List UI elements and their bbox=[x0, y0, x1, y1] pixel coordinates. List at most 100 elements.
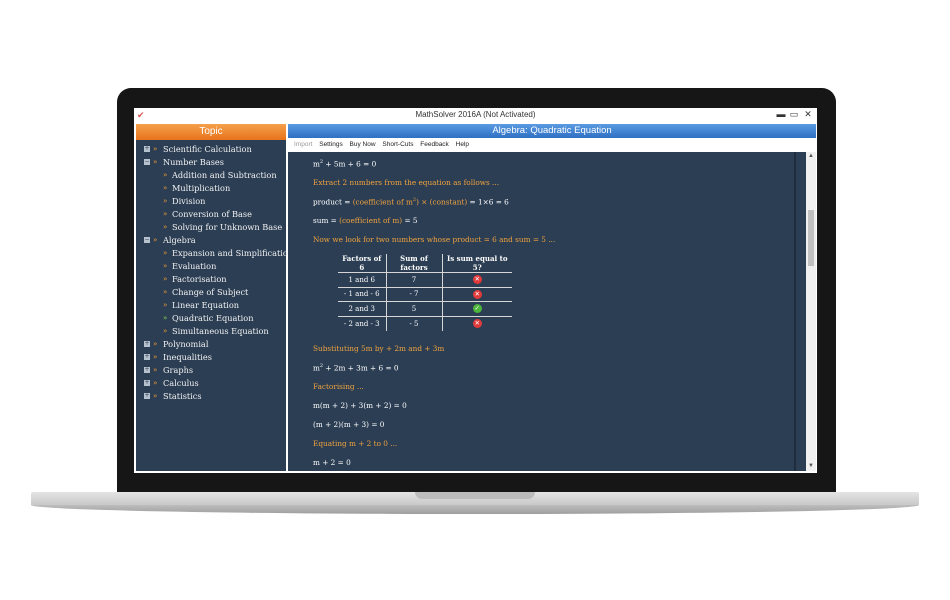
table-row: 1 and 6 7 ✕ bbox=[338, 272, 512, 287]
topic-item[interactable]: » Simultaneous Equation bbox=[136, 325, 286, 338]
bullet-icon: » bbox=[163, 262, 168, 270]
menu-buy-now[interactable]: Buy Now bbox=[350, 141, 376, 148]
result-cell: ✕ bbox=[441, 272, 512, 287]
column-header: Is sum equal to 5? bbox=[441, 254, 512, 273]
step-text: Now we look for two numbers whose produc… bbox=[313, 235, 556, 244]
topic-item[interactable]: » Evaluation bbox=[136, 260, 286, 273]
topic-item[interactable]: +» Polynomial bbox=[136, 338, 286, 351]
topic-label: Conversion of Base bbox=[172, 209, 252, 219]
expand-icon[interactable]: + bbox=[144, 380, 150, 386]
topic-label: Number Bases bbox=[163, 157, 224, 167]
window-title: MathSolver 2016A (Not Activated) bbox=[415, 110, 536, 119]
menu-short-cuts[interactable]: Short-Cuts bbox=[382, 141, 413, 148]
topic-header: Topic bbox=[136, 124, 286, 140]
collapse-icon[interactable]: − bbox=[144, 237, 150, 243]
topic-label: Multiplication bbox=[172, 183, 231, 193]
sum-cell: 5 bbox=[385, 301, 442, 316]
vertical-scrollbar[interactable]: ▲ ▼ bbox=[806, 152, 816, 471]
topic-label: Calculus bbox=[163, 378, 199, 388]
table-header-row: Factors of 6 Sum of factors Is sum equal… bbox=[338, 254, 512, 273]
bullet-icon: » bbox=[153, 353, 158, 361]
topic-label: Scientific Calculation bbox=[163, 144, 252, 154]
topic-label: Expansion and Simplification bbox=[172, 248, 294, 258]
maximize-icon[interactable]: ▭ bbox=[788, 109, 800, 120]
topic-label: Addition and Subtraction bbox=[172, 170, 277, 180]
equation-line: m2 + 2m + 3m + 6 = 0 bbox=[313, 363, 399, 373]
topic-item[interactable]: +» Inequalities bbox=[136, 351, 286, 364]
cross-icon: ✕ bbox=[472, 289, 482, 299]
bullet-icon: » bbox=[163, 314, 168, 322]
scroll-up-icon[interactable]: ▲ bbox=[806, 152, 816, 161]
close-icon[interactable]: ✕ bbox=[802, 109, 814, 120]
topic-label: Statistics bbox=[163, 391, 202, 401]
menu-import[interactable]: Import bbox=[294, 141, 312, 148]
topic-item[interactable]: +» Calculus bbox=[136, 377, 286, 390]
scroll-down-icon[interactable]: ▼ bbox=[806, 462, 816, 471]
bullet-icon: » bbox=[153, 366, 158, 374]
factors-cell: 2 and 3 bbox=[338, 301, 386, 316]
topic-panel: Topic +» Scientific Calculation −» Number B… bbox=[136, 124, 293, 471]
equation-line: m(m + 2) + 3(m + 2) = 0 bbox=[313, 401, 407, 410]
topic-label: Algebra bbox=[163, 235, 196, 245]
collapse-icon[interactable]: − bbox=[144, 159, 150, 165]
expand-icon[interactable]: + bbox=[144, 354, 150, 360]
bullet-icon: » bbox=[163, 275, 168, 283]
result-cell: ✕ bbox=[441, 286, 512, 302]
topic-item[interactable]: » Multiplication bbox=[136, 182, 286, 195]
menu-settings[interactable]: Settings bbox=[319, 141, 343, 148]
expand-icon[interactable]: + bbox=[144, 146, 150, 152]
topic-item[interactable]: » Expansion and Simplification bbox=[136, 247, 293, 260]
column-header: Sum of factors bbox=[385, 254, 442, 273]
topic-item[interactable]: −» Number Bases bbox=[136, 156, 286, 169]
topic-item[interactable]: +» Statistics bbox=[136, 390, 286, 403]
topic-tree: +» Scientific Calculation −» Number Bases» A… bbox=[136, 140, 293, 403]
topic-item[interactable]: +» Scientific Calculation bbox=[136, 143, 286, 156]
solution-content: m2 + 5m + 6 = 0 Extract 2 numbers from t… bbox=[288, 152, 804, 471]
menu-help[interactable]: Help bbox=[456, 141, 469, 148]
check-icon: ✓ bbox=[472, 304, 482, 314]
topic-item[interactable]: » Conversion of Base bbox=[136, 208, 286, 221]
step-text: Factorising ... bbox=[313, 382, 364, 391]
bullet-icon: » bbox=[163, 249, 168, 257]
bullet-icon: » bbox=[163, 327, 168, 335]
sum-line: sum = (coefficient of m) = 5 bbox=[313, 216, 418, 225]
bullet-icon: » bbox=[153, 379, 158, 387]
bullet-icon: » bbox=[163, 223, 168, 231]
menu-feedback[interactable]: Feedback bbox=[420, 141, 449, 148]
result-cell: ✕ bbox=[441, 315, 512, 331]
topic-item[interactable]: » Division bbox=[136, 195, 286, 208]
table-row: - 2 and - 3- 5 ✕ bbox=[338, 315, 512, 331]
laptop-base-edge bbox=[31, 505, 919, 514]
topic-item[interactable]: » Factorisation bbox=[136, 273, 286, 286]
topic-item[interactable]: » Linear Equation bbox=[136, 299, 286, 312]
topic-item[interactable]: −» Algebra bbox=[136, 234, 286, 247]
bullet-icon: » bbox=[153, 340, 158, 348]
step-text: Extract 2 numbers from the equation as f… bbox=[313, 178, 500, 187]
topic-label: Division bbox=[172, 196, 206, 206]
topic-item[interactable]: » Addition and Subtraction bbox=[136, 169, 286, 182]
scrollbar-thumb[interactable] bbox=[808, 210, 814, 266]
topic-item[interactable]: » Change of Subject bbox=[136, 286, 286, 299]
expand-icon[interactable]: + bbox=[144, 393, 150, 399]
topic-item[interactable]: » Solving for Unknown Base bbox=[136, 221, 286, 234]
cross-icon: ✕ bbox=[472, 275, 482, 285]
column-header: Factors of 6 bbox=[338, 254, 386, 273]
topic-item[interactable]: +» Graphs bbox=[136, 364, 286, 377]
topic-label: Simultaneous Equation bbox=[172, 326, 269, 336]
bullet-icon: » bbox=[153, 392, 158, 400]
bullet-icon: » bbox=[153, 236, 158, 244]
cross-icon: ✕ bbox=[472, 319, 482, 328]
topic-label: Inequalities bbox=[163, 352, 212, 362]
factors-cell: 1 and 6 bbox=[338, 272, 386, 287]
expand-icon[interactable]: + bbox=[144, 367, 150, 373]
factors-cell: - 1 and - 6 bbox=[338, 286, 386, 302]
topic-label: Graphs bbox=[163, 365, 194, 375]
topic-label: Quadratic Equation bbox=[172, 313, 254, 323]
result-cell: ✓ bbox=[441, 301, 512, 316]
expand-icon[interactable]: + bbox=[144, 341, 150, 347]
minimize-icon[interactable]: ▬ bbox=[775, 109, 787, 119]
equation-line: m2 + 5m + 6 = 0 bbox=[313, 159, 377, 169]
section-title: Algebra: Quadratic Equation bbox=[288, 124, 816, 138]
topic-item[interactable]: » Quadratic Equation bbox=[136, 312, 286, 325]
content-panel: Algebra: Quadratic Equation Import Setti… bbox=[288, 124, 816, 471]
